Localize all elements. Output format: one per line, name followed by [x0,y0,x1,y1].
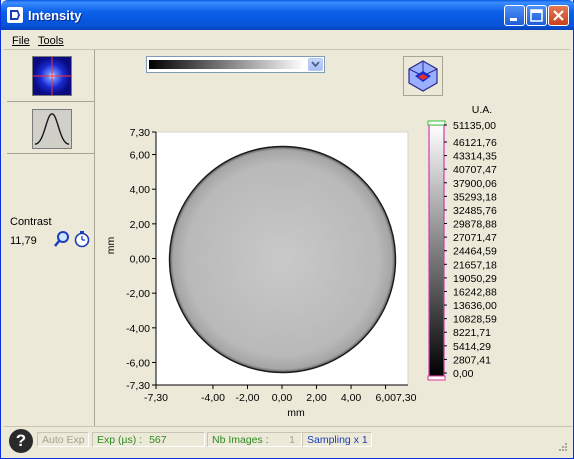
colorbar-tick-label: 29878,88 [453,219,497,231]
timer-icon[interactable] [73,230,91,248]
colorbar-tick-label: 8221,71 [453,327,491,339]
y-tick-label: -4,00 [126,323,150,335]
nb-images-field: Nb Images : 1 [207,432,302,447]
close-icon [553,10,564,21]
colorbar-tick-label: 16242,88 [453,286,497,298]
colorbar-tick-label: 24464,59 [453,246,497,258]
colorbar-tick-label: 10828,59 [453,314,497,326]
y-tick-label: 2,00 [130,219,151,231]
left-toolbar: Contrast 11,79 [5,50,95,426]
help-icon[interactable]: ? [9,429,33,453]
x-axis-title: mm [287,407,305,419]
colorbar-min-marker[interactable] [427,375,446,381]
auto-exp-button[interactable]: Auto Exp [37,432,89,447]
crosshair-image-icon [32,56,72,96]
palette-gradient-preview [149,60,304,69]
colorbar-tick-label: 40707,47 [453,164,497,176]
auto-exp-label: Auto Exp [42,434,85,446]
contrast-label: Contrast [10,216,52,228]
exposure-field: Exp (µs) : 567 [92,432,205,447]
menu-tools[interactable]: Tools [38,35,64,47]
y-tick-label: 7,30 [130,127,151,139]
colorbar-tick-label: 13636,00 [453,300,497,312]
title-bar[interactable]: Intensity [1,0,574,30]
colorbar-tick-label: 46121,76 [453,137,497,149]
colorbar-unit-label: U.A. [472,104,492,116]
nb-images-value: 1 [289,434,295,446]
colorbar-tick-label: 35293,18 [453,191,497,203]
status-bar: ? Auto Exp Exp (µs) : 567 Nb Images : 1 … [4,426,572,456]
resize-grip[interactable] [558,442,568,452]
nb-images-label: Nb Images : [212,434,269,446]
colorbar-tick-label: 43314,35 [453,151,497,163]
close-button[interactable] [548,5,569,26]
profile-button[interactable] [7,104,95,154]
palette-dropdown-arrow-icon [311,61,320,68]
x-tick-label: -4,00 [201,392,225,404]
window-title: Intensity [28,8,82,23]
y-tick-label: 0,00 [130,254,151,266]
sampling-label: Sampling x 1 [307,434,368,446]
colorbar-tick-label: 19050,29 [453,273,497,285]
x-tick-label: 4,00 [341,392,362,404]
menu-file[interactable]: File [12,35,30,47]
menu-tools-label: Tools [38,35,64,47]
colorbar-max-marker[interactable] [427,120,446,126]
x-tick-label: 0,00 [272,392,293,404]
beam-image-button[interactable] [7,52,95,102]
colorbar-tick-label: 2807,41 [453,354,491,366]
x-tick-label: -7,30 [144,392,168,404]
3d-view-button[interactable] [403,56,443,96]
colorbar-tick-label: 37900,06 [453,178,497,190]
y-tick-label: -6,00 [126,357,150,369]
x-tick-label: 2,00 [306,392,327,404]
menu-file-label: File [12,35,30,47]
y-axis-title: mm [105,237,117,255]
minimize-icon [510,18,517,21]
magnifier-icon[interactable] [53,230,71,248]
x-tick-label: -2,00 [236,392,260,404]
palette-dropdown-button[interactable] [308,58,323,71]
y-tick-label: 6,00 [130,150,151,162]
exp-value: 567 [149,434,167,446]
y-tick-label: -2,00 [126,288,150,300]
y-tick-label: -7,30 [126,380,150,392]
menu-bar: File Tools [4,31,570,50]
x-tick-label: 6,007,30 [376,392,417,404]
maximize-button[interactable] [526,5,547,26]
colorbar-tick-label: 5414,29 [453,341,491,353]
colorbar-tick-label: 27071,47 [453,232,497,244]
colorbar [428,124,445,377]
colorbar-tick-label: 51135,00 [453,120,496,132]
maximize-icon [530,9,543,22]
intensity-plot: 7,30 6,00 4,00 2,00 0,00 -2,00 -4,00 -6,00 -7,30… [105,104,497,419]
contrast-value: 11,79 [10,235,37,247]
colorbar-tick-label: 0,00 [453,368,474,380]
minimize-button[interactable] [504,5,525,26]
exp-label: Exp (µs) : [97,434,143,446]
app-icon [7,7,23,23]
y-tick-label: 4,00 [130,184,151,196]
intensity-window: Intensity File Tools Contrast 11,79 7,30… [0,0,574,459]
beam-spot [168,145,397,374]
colorbar-tick-label: 21657,18 [453,259,497,271]
palette-dropdown[interactable] [146,56,325,73]
sampling-field[interactable]: Sampling x 1 [302,432,372,447]
colorbar-tick-label: 32485,76 [453,205,497,217]
gaussian-profile-icon [32,109,72,149]
